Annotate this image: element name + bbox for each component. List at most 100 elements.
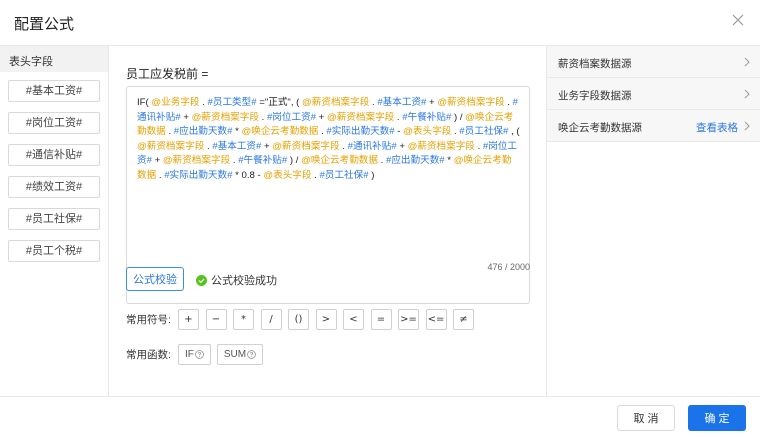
formula-field-token: #基本工资#	[212, 140, 262, 152]
formula-operator-token: , (	[508, 126, 520, 137]
formula-operator-token: *	[232, 126, 242, 137]
formula-field-token: #员工类型#	[207, 97, 257, 108]
symbol-equal-button[interactable]: =	[370, 308, 392, 330]
symbol-divide-button[interactable]: /	[260, 308, 282, 330]
field-item-position-salary[interactable]: #岗位工资#	[8, 112, 100, 134]
formula-operator-token: .	[165, 126, 174, 137]
formula-field-token: #岗位工资#	[266, 111, 317, 123]
formula-operator-token: +	[426, 97, 438, 108]
formula-field-token: #实际出勤天数#	[326, 126, 395, 137]
source-business-fields[interactable]: 业务字段数据源	[547, 78, 760, 110]
formula-operator-token: .	[230, 155, 239, 166]
formula-source-token: @薪资档案字段	[137, 140, 205, 152]
formula-field-token: #员工社保#	[319, 169, 369, 181]
symbol-parentheses-button[interactable]: ()	[288, 308, 309, 330]
validate-formula-button[interactable]: 公式校验	[126, 267, 184, 291]
formula-operator-token: -	[394, 126, 404, 137]
formula-field-token: #午餐补贴#	[402, 111, 452, 123]
formula-source-token: @薪资档案字段	[437, 97, 505, 108]
help-icon	[195, 349, 204, 359]
formula-operator-token: +	[396, 140, 408, 152]
formula-operator-token: .	[504, 97, 513, 108]
symbol-greater-equal-button[interactable]: >=	[398, 308, 419, 330]
formula-operator-token: +	[180, 111, 192, 123]
formula-source-token: @表头字段	[403, 126, 452, 137]
field-item-performance-salary[interactable]: #绩效工资#	[8, 176, 100, 198]
chevron-right-icon	[744, 121, 750, 131]
functions-row: 常用函数: IF SUM	[126, 343, 269, 365]
dialog-header: 配置公式	[0, 0, 760, 46]
formula-source-token: @薪资档案字段	[302, 97, 370, 108]
formula-source-token: @表头字段	[263, 169, 312, 181]
field-item-communication-allowance[interactable]: #通信补贴#	[8, 144, 100, 166]
source-salary-archive[interactable]: 薪资档案数据源	[547, 46, 760, 78]
symbols-label: 常用符号:	[126, 313, 171, 326]
formula-operator-token: +	[316, 111, 327, 123]
formula-operator-token: +	[261, 140, 273, 152]
header-fields-panel: 表头字段 #基本工资# #岗位工资# #通信补贴# #绩效工资# #员工社保# …	[0, 46, 109, 396]
formula-operator-token: .	[339, 140, 348, 152]
function-if-label: IF	[185, 348, 194, 360]
formula-editor[interactable]: IF( @业务字段 . #员工类型# ="正式", ( @薪资档案字段 . #基…	[126, 86, 530, 304]
field-item-social-security[interactable]: #员工社保#	[8, 208, 100, 230]
symbol-multiply-button[interactable]: *	[233, 308, 254, 330]
formula-source-token: @薪资档案字段	[162, 155, 231, 166]
cancel-button[interactable]: 取 消	[617, 405, 675, 431]
close-icon[interactable]	[726, 8, 750, 32]
source-attendance[interactable]: 唤企云考勤数据源 查看表格	[547, 110, 760, 142]
symbol-plus-button[interactable]: +	[178, 308, 199, 330]
view-table-link[interactable]: 查看表格	[696, 120, 738, 135]
formula-operator-token: .	[156, 169, 165, 181]
confirm-button[interactable]: 确 定	[688, 405, 746, 431]
source-business-fields-label: 业务字段数据源	[558, 90, 632, 102]
formula-operator-token: .	[474, 140, 483, 152]
source-attendance-label: 唤企云考勤数据源	[558, 122, 642, 134]
char-counter: 476 / 2000	[487, 262, 530, 272]
field-item-income-tax[interactable]: #员工个税#	[8, 240, 100, 262]
formula-source-token: @薪资档案字段	[326, 111, 395, 123]
function-sum-label: SUM	[223, 348, 247, 360]
formula-target-label: 员工应发税前 =	[126, 67, 209, 81]
dialog-footer: 取 消 确 定	[0, 396, 760, 437]
validation-status-text: 公式校验成功	[211, 275, 277, 287]
formula-operator-token: *	[444, 155, 454, 166]
data-sources-panel: 薪资档案数据源 业务字段数据源 唤企云考勤数据源 查看表格	[546, 46, 760, 396]
formula-field-token: #应出勤天数#	[173, 126, 233, 137]
formula-operator-token: )	[368, 169, 375, 181]
formula-operator-token: +	[151, 155, 163, 166]
symbol-less-equal-button[interactable]: <=	[425, 308, 447, 330]
formula-operator-token: .	[258, 111, 267, 123]
symbol-less-button[interactable]: <	[343, 308, 364, 330]
chevron-right-icon	[744, 57, 750, 67]
symbols-row: 常用符号: + − * / () > < = >= <= ≠	[126, 308, 481, 330]
formula-field-token: #员工社保#	[459, 126, 509, 137]
formula-text: IF( @业务字段 . #员工类型# ="正式", ( @薪资档案字段 . #基…	[137, 96, 521, 183]
formula-source-token: @薪资档案字段	[407, 140, 475, 152]
help-icon	[247, 349, 256, 359]
formula-operator-token: IF(	[137, 97, 152, 108]
success-check-icon	[196, 274, 207, 286]
validation-status: 公式校验成功	[196, 272, 277, 288]
formula-field-token: #通讯补贴#	[347, 140, 397, 152]
symbol-greater-button[interactable]: >	[315, 308, 337, 330]
field-item-base-salary[interactable]: #基本工资#	[8, 80, 100, 102]
function-if-button[interactable]: IF	[178, 343, 211, 365]
formula-operator-token: ) /	[451, 111, 466, 123]
formula-operator-token: * 0.8 -	[232, 169, 264, 181]
formula-source-token: @唤企云考勤数据	[301, 155, 378, 166]
formula-operator-token: ) /	[287, 155, 302, 166]
formula-operator-token: .	[378, 155, 386, 166]
formula-operator-token: .	[199, 97, 208, 108]
source-salary-archive-label: 薪资档案数据源	[558, 58, 632, 70]
formula-field-token: #实际出勤天数#	[164, 169, 233, 181]
formula-field-token: #应出勤天数#	[386, 155, 445, 166]
formula-field-token: #基本工资#	[377, 97, 427, 108]
function-sum-button[interactable]: SUM	[216, 343, 264, 365]
formula-source-token: @业务字段	[151, 97, 200, 108]
formula-source-token: @薪资档案字段	[191, 111, 259, 123]
symbol-not-equal-button[interactable]: ≠	[453, 308, 474, 330]
formula-source-token: @唤企云考勤数据	[241, 126, 319, 137]
formula-source-token: @薪资档案字段	[272, 140, 340, 152]
symbol-minus-button[interactable]: −	[205, 308, 227, 330]
header-fields-list: #基本工资# #岗位工资# #通信补贴# #绩效工资# #员工社保# #员工个税…	[0, 72, 108, 262]
